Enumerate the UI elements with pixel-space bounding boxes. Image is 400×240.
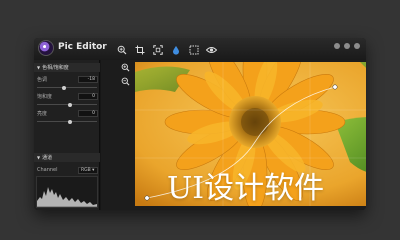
- zoom-in-icon[interactable]: [120, 62, 131, 73]
- brightness-slider[interactable]: [37, 119, 97, 124]
- hue-label: 色调: [37, 77, 48, 83]
- fit-screen-icon[interactable]: [152, 45, 163, 56]
- top-toolbar: [116, 43, 217, 57]
- app-logo-icon: [38, 40, 54, 56]
- close-button[interactable]: [354, 43, 360, 49]
- brightness-label: 亮度: [37, 111, 48, 117]
- title-bar: Pic Editor: [34, 38, 366, 60]
- chevron-down-icon: ▼: [37, 65, 41, 70]
- histogram: [36, 176, 98, 208]
- hue-slider[interactable]: [37, 85, 97, 90]
- window-controls: [334, 43, 360, 49]
- zoom-toolbar: [116, 60, 134, 90]
- app-window: Pic Editor ▼ 色相/饱和度 色调 -18 饱和度 0 亮度 0 ▼ …: [34, 38, 366, 210]
- app-title: Pic Editor: [58, 42, 107, 52]
- saturation-value[interactable]: 0: [78, 93, 98, 100]
- crop-icon[interactable]: [134, 45, 145, 56]
- saturation-slider[interactable]: [37, 102, 97, 107]
- overlay-title-text: UI设计软件: [167, 171, 325, 206]
- brightness-value[interactable]: 0: [78, 110, 98, 117]
- section-hue-saturation-header[interactable]: ▼ 色相/饱和度: [34, 63, 100, 72]
- zoom-out-icon[interactable]: [120, 76, 131, 87]
- minimize-button[interactable]: [334, 43, 340, 49]
- hue-value[interactable]: -18: [78, 76, 98, 83]
- adjustments-panel: ▼ 色相/饱和度 色调 -18 饱和度 0 亮度 0 ▼ 通道 Channel RG…: [34, 60, 100, 210]
- color-drop-icon[interactable]: [170, 45, 181, 56]
- saturation-label: 饱和度: [37, 94, 53, 100]
- brightness-slider-thumb[interactable]: [67, 119, 72, 124]
- hue-slider-thumb[interactable]: [62, 85, 67, 90]
- maximize-button[interactable]: [344, 43, 350, 49]
- canvas-area: UI设计软件: [101, 60, 366, 210]
- chevron-down-icon: ▼: [37, 155, 41, 160]
- section-channel-header[interactable]: ▼ 通道: [34, 153, 100, 162]
- selection-icon[interactable]: [188, 45, 199, 56]
- channel-label: Channel: [37, 167, 58, 173]
- eye-icon[interactable]: [206, 45, 217, 56]
- zoom-in-icon[interactable]: [116, 45, 127, 56]
- saturation-slider-thumb[interactable]: [67, 102, 72, 107]
- channel-select[interactable]: RGB ▾: [78, 167, 98, 174]
